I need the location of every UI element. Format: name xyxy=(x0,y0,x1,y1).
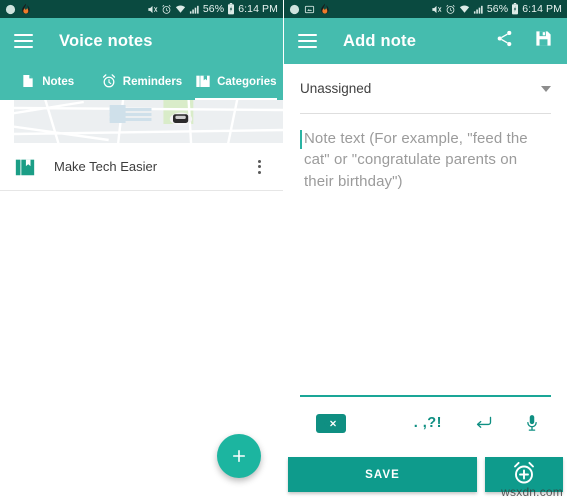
wifi-icon xyxy=(175,4,186,15)
status-bar-left: 56% 6:14 PM xyxy=(0,0,283,18)
backspace-delete-icon[interactable] xyxy=(316,413,346,433)
alarm-icon xyxy=(161,4,172,15)
list-item-label: Make Tech Easier xyxy=(54,159,158,174)
left-screen-voice-notes: 56% 6:14 PM Voice notes Notes Reminders … xyxy=(0,0,284,500)
add-alarm-button[interactable] xyxy=(485,457,563,492)
mute-icon xyxy=(147,4,158,15)
category-select[interactable]: Unassigned xyxy=(300,64,551,114)
bottom-action-bar: SAVE xyxy=(284,457,567,492)
moon-dnd-icon xyxy=(5,4,16,15)
list-divider xyxy=(0,190,283,191)
punctuation-key[interactable]: . ,?! xyxy=(414,415,442,431)
categories-book-icon xyxy=(14,156,40,178)
note-page-icon xyxy=(20,73,36,92)
category-list: Make Tech Easier xyxy=(0,143,283,191)
battery-percent-label: 56% xyxy=(202,2,225,15)
map-graphic xyxy=(14,100,283,143)
tab-notes-label: Notes xyxy=(42,76,75,88)
screenshot-icon xyxy=(304,4,315,15)
mute-icon xyxy=(431,4,442,15)
page-title: Add note xyxy=(343,31,417,50)
page-title: Voice notes xyxy=(59,31,153,50)
battery-icon xyxy=(227,3,235,15)
tab-categories[interactable]: Categories xyxy=(189,64,283,100)
alarm-icon xyxy=(445,4,456,15)
battery-icon xyxy=(511,3,519,15)
flame-app-icon xyxy=(319,3,329,15)
right-screen-add-note: 56% 6:14 PM Add note Unassigned Note tex… xyxy=(284,0,567,500)
note-form: Unassigned Note text (For example, "feed… xyxy=(284,64,567,192)
app-bar-actions xyxy=(495,29,553,53)
keyboard-accessory-bar: . ,?! xyxy=(300,408,551,438)
tab-reminders-label: Reminders xyxy=(122,76,183,88)
enter-return-icon[interactable] xyxy=(475,416,492,430)
categories-book-icon xyxy=(195,73,211,92)
category-select-value: Unassigned xyxy=(300,81,372,96)
note-text-placeholder: Note text (For example, "feed the cat" o… xyxy=(304,130,528,190)
moon-dnd-icon xyxy=(289,4,300,15)
hamburger-menu-icon[interactable] xyxy=(298,34,317,48)
add-alarm-icon xyxy=(511,460,537,489)
tab-reminders[interactable]: Reminders xyxy=(94,64,188,100)
save-disk-icon[interactable] xyxy=(534,29,553,53)
battery-percent-label: 56% xyxy=(486,2,509,15)
alarm-clock-icon xyxy=(101,73,117,92)
overflow-menu-icon[interactable] xyxy=(249,156,269,178)
app-bar-right: Add note xyxy=(284,18,567,64)
status-bar-system-icons: 56% 6:14 PM xyxy=(147,3,278,15)
chevron-down-icon xyxy=(541,85,551,92)
clock-label: 6:14 PM xyxy=(522,2,562,15)
signal-icon xyxy=(189,4,200,15)
tab-notes[interactable]: Notes xyxy=(0,64,94,100)
list-item[interactable]: Make Tech Easier xyxy=(0,143,283,190)
hamburger-menu-icon[interactable] xyxy=(14,34,33,48)
status-bar-notification-icons xyxy=(289,3,329,15)
status-bar-system-icons: 56% 6:14 PM xyxy=(431,3,562,15)
car-marker-icon xyxy=(169,109,193,134)
plus-icon xyxy=(232,449,246,463)
dual-screenshot-container: 56% 6:14 PM Voice notes Notes Reminders … xyxy=(0,0,567,500)
status-bar-right: 56% 6:14 PM xyxy=(284,0,567,18)
note-text-input[interactable]: Note text (For example, "feed the cat" o… xyxy=(300,114,551,192)
wifi-icon xyxy=(459,4,470,15)
map-thumbnail[interactable] xyxy=(14,100,283,143)
flame-app-icon xyxy=(20,3,30,15)
share-icon[interactable] xyxy=(495,29,514,53)
save-button[interactable]: SAVE xyxy=(288,457,477,492)
app-bar-left: Voice notes xyxy=(0,18,283,64)
signal-icon xyxy=(473,4,484,15)
input-underline xyxy=(300,395,551,397)
tab-bar: Notes Reminders Categories xyxy=(0,64,283,100)
add-category-fab[interactable] xyxy=(217,434,261,478)
clock-label: 6:14 PM xyxy=(238,2,278,15)
microphone-icon[interactable] xyxy=(525,414,539,432)
status-bar-notification-icons xyxy=(5,3,30,15)
tab-categories-label: Categories xyxy=(217,76,277,88)
